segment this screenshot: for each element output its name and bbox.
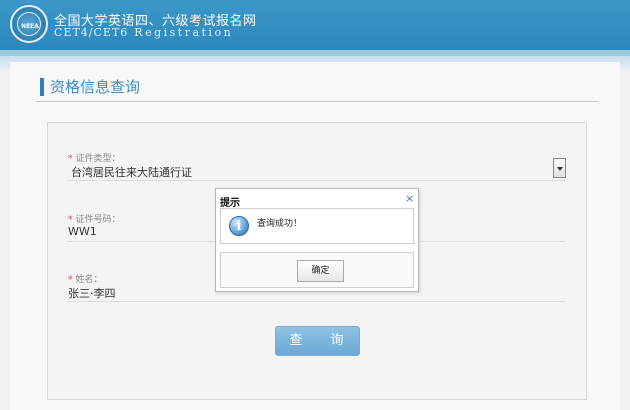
site-header: NEEA 全国大学英语四、六级考试报名网 CET4/CET6 Registrati… [0, 0, 630, 50]
ok-button[interactable]: 确定 [297, 260, 344, 282]
id-number-label: * 证件号码： [68, 212, 121, 225]
query-button[interactable]: 查 询 [275, 326, 360, 356]
site-subtitle-registration: Registration [134, 26, 234, 39]
name-input[interactable]: 张三·李四 [68, 285, 116, 301]
logo-text: NEEA [21, 23, 39, 30]
id-type-underline [67, 180, 565, 181]
id-number-label-text: 证件号码： [75, 215, 121, 225]
logo[interactable]: NEEA [10, 5, 48, 43]
title-divider [36, 101, 598, 102]
id-number-input[interactable]: WW1 [68, 225, 97, 238]
id-type-label: * 证件类型： [68, 151, 121, 164]
required-mark: * [68, 154, 73, 164]
name-label-text: 姓名： [75, 275, 103, 285]
close-icon[interactable]: × [405, 192, 414, 205]
dialog-footer: 确定 [220, 252, 414, 288]
info-icon: i [229, 216, 249, 236]
name-label: * 姓名： [68, 272, 103, 285]
dialog-message: 查询成功！ [257, 219, 303, 229]
name-underline [67, 301, 565, 302]
required-mark: * [68, 215, 73, 225]
dialog-title: 提示 [220, 198, 240, 209]
id-type-label-text: 证件类型： [75, 154, 121, 164]
logo-ring: NEEA [17, 12, 41, 36]
id-type-select[interactable]: 台湾居民往来大陆通行证 [71, 164, 192, 180]
page-title: 资格信息查询 [40, 78, 140, 96]
chevron-down-icon[interactable] [553, 158, 566, 178]
alert-dialog: 提示 × i 查询成功！ 确定 [215, 188, 419, 292]
site-subtitle: CET4/CET6 Registration [54, 26, 233, 39]
dialog-body: i 查询成功！ [220, 208, 414, 244]
required-mark: * [68, 275, 73, 285]
site-subtitle-exam: CET4/CET6 [54, 26, 129, 39]
